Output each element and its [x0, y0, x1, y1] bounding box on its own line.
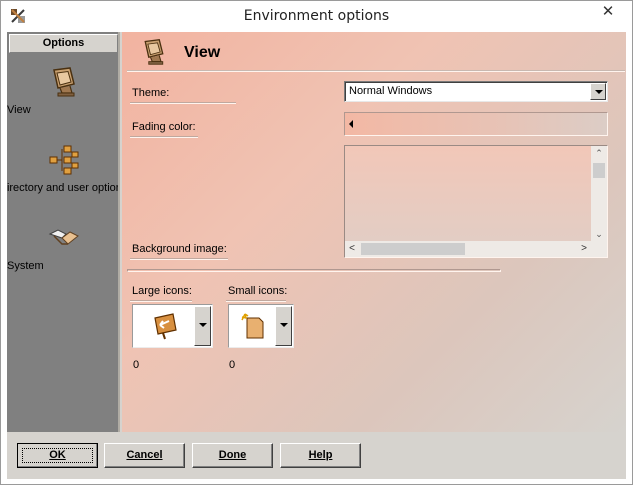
label-underline — [130, 300, 192, 302]
label-underline — [130, 136, 198, 138]
chevron-down-icon[interactable] — [194, 306, 211, 346]
fading-color-label: Fading color: — [132, 121, 196, 133]
large-icons-picker[interactable] — [132, 304, 213, 348]
scroll-left-arrow-icon[interactable]: < — [345, 241, 359, 257]
large-icons-label: Large icons: — [132, 285, 192, 297]
sign-arrow-icon — [154, 313, 177, 340]
background-image-preview[interactable]: ⌃ ⌄ < > — [344, 145, 608, 258]
sidebar-item-label: Directory and user options — [7, 182, 118, 194]
sidebar-item-system[interactable]: System — [7, 222, 118, 272]
view-settings-panel: View Theme: Normal Windows Fading color:… — [122, 32, 626, 432]
sidebar-item-directory-and-user-options[interactable]: Directory and user options — [7, 144, 118, 194]
theme-select[interactable]: Normal Windows — [344, 81, 608, 102]
done-button-label: Done — [218, 449, 247, 461]
horizontal-scroll-thumb[interactable] — [361, 243, 465, 255]
handshake-icon — [48, 229, 79, 245]
close-button[interactable]: ✕ — [590, 1, 626, 23]
scrollbar-corner — [591, 241, 607, 257]
sidebar-header: Options — [9, 34, 118, 53]
chevron-down-icon[interactable] — [275, 306, 292, 346]
chevron-down-icon[interactable] — [590, 83, 606, 100]
org-chart-icon — [49, 145, 78, 175]
cancel-button[interactable]: Cancel — [104, 443, 185, 468]
focus-rectangle — [22, 448, 93, 463]
vertical-scrollbar[interactable]: ⌃ ⌄ — [591, 146, 607, 241]
window-title: Environment options — [243, 8, 390, 24]
options-sidebar: Options View irectory and user optio Sys… — [7, 32, 120, 432]
title-bar: Environment options ✕ — [1, 1, 632, 32]
large-icons-value: 0 — [133, 359, 140, 371]
vertical-scroll-thumb[interactable] — [593, 163, 605, 178]
theme-select-value: Normal Windows — [349, 85, 433, 97]
environment-options-window: Environment options ✕ Options View irect… — [0, 0, 633, 485]
fading-color-picker[interactable] — [344, 112, 608, 136]
section-divider — [127, 269, 501, 272]
header-divider — [127, 70, 625, 72]
label-underline — [226, 300, 286, 302]
small-icons-label: Small icons: — [228, 285, 288, 297]
scroll-up-arrow-icon[interactable]: ⌃ — [591, 146, 607, 160]
monitor-icon — [144, 39, 164, 65]
sidebar-item-label: System — [7, 260, 44, 272]
scroll-right-arrow-icon[interactable]: > — [577, 241, 591, 257]
ok-button[interactable]: OK — [17, 443, 98, 468]
label-underline — [130, 258, 228, 260]
done-button[interactable]: Done — [192, 443, 273, 468]
monitor-icon — [52, 67, 75, 97]
small-icons-picker[interactable] — [228, 304, 294, 348]
label-underline — [130, 102, 236, 104]
sidebar-item-view[interactable]: View — [7, 66, 118, 116]
dialog-client-area: Options View irectory and user optio Sys… — [7, 32, 626, 479]
cancel-button-label: Cancel — [126, 449, 163, 461]
scroll-down-arrow-icon[interactable]: ⌄ — [591, 227, 607, 241]
triangle-left-icon — [349, 120, 353, 128]
theme-label: Theme: — [132, 87, 170, 99]
sidebar-item-label: View — [7, 104, 31, 116]
panel-title: View — [184, 44, 221, 61]
new-document-icon — [241, 313, 264, 339]
help-button[interactable]: Help — [280, 443, 361, 468]
dialog-button-bar: OK Cancel Done Help — [7, 432, 626, 479]
background-image-label: Background image: — [132, 243, 227, 255]
horizontal-scrollbar[interactable]: < > — [345, 241, 607, 257]
help-button-label: Help — [308, 449, 333, 461]
small-icons-value: 0 — [229, 359, 236, 371]
